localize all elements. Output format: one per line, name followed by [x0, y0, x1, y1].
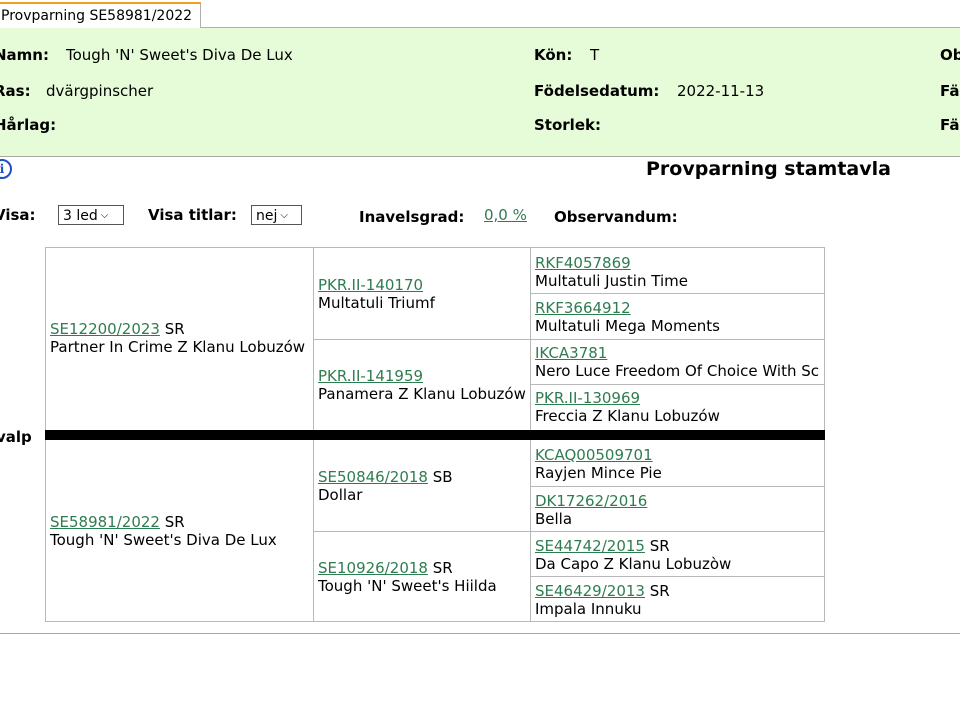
fodelsedatum-value: 2022-11-13 [677, 82, 765, 100]
tab-strip: Provparning SE58981/2022 [0, 0, 960, 30]
dam-dam-name: Tough 'N' Sweet's Hiilda [318, 577, 497, 595]
pedigree-sire-sire: PKR.II-140170 Multatuli Triumf [314, 276, 530, 312]
pedigree-sire: SE12200/2023 SR Partner In Crime Z Klanu… [46, 320, 313, 356]
inavelsgrad-link[interactable]: 0,0 % [484, 206, 527, 224]
dog-info-panel: Namn: Tough 'N' Sweet's Diva De Lux Kön:… [0, 28, 960, 157]
kon-label: Kön: [534, 46, 573, 64]
sire-reg-link[interactable]: SE12200/2023 [50, 320, 160, 338]
ss-sire-reg-link[interactable]: RKF4057869 [535, 254, 631, 272]
pedigree-sire-dam: PKR.II-141959 Panamera Z Klanu Lobuzów [314, 367, 530, 403]
dam-suffix: SR [164, 513, 185, 531]
dd-dam-reg-link[interactable]: SE46429/2013 [535, 582, 645, 600]
sire-sire-name: Multatuli Triumf [318, 294, 435, 312]
valp-label: valp [0, 428, 32, 446]
visa-titlar-value: nej [256, 208, 278, 224]
dam-sire-name: Dollar [318, 486, 363, 504]
kon-value: T [590, 46, 600, 64]
ob-label: Ob [940, 46, 960, 64]
pedigree-dam-sire: SE50846/2018 SB Dollar [314, 468, 530, 504]
pedigree-dam-dam: SE10926/2018 SR Tough 'N' Sweet's Hiilda [314, 559, 530, 595]
ss-sire-name: Multatuli Justin Time [535, 272, 688, 290]
fa-label-2: Fä [940, 116, 960, 134]
grid-line [530, 384, 825, 385]
grid-line [313, 531, 825, 532]
pedigree-ds-sire: KCAQ00509701 Rayjen Mince Pie [531, 446, 825, 482]
chevron-down-icon: ⌵ [100, 210, 109, 221]
visa-select[interactable]: 3 led ⌵ [58, 205, 124, 225]
sire-name: Partner In Crime Z Klanu Lobuzów [50, 338, 306, 356]
visa-titlar-label: Visa titlar: [148, 206, 237, 224]
ds-dam-name: Bella [535, 510, 573, 528]
pedigree-ds-dam: DK17262/2016 Bella [531, 492, 825, 528]
pedigree-sd-sire: IKCA3781 Nero Luce Freedom Of Choice Wit… [531, 344, 825, 380]
observandum-label: Observandum: [554, 208, 678, 226]
dd-dam-name: Impala Innuku [535, 600, 642, 618]
chevron-down-icon: ⌵ [280, 210, 288, 221]
fodelsedatum-label: Födelsedatum: [534, 82, 660, 100]
dam-name: Tough 'N' Sweet's Diva De Lux [50, 531, 277, 549]
ras-value: dvärgpinscher [46, 82, 154, 100]
ras-label: Ras: [0, 82, 31, 100]
ds-sire-reg-link[interactable]: KCAQ00509701 [535, 446, 653, 464]
sd-sire-name: Nero Luce Freedom Of Choice With Sc [535, 362, 820, 380]
sire-sire-reg-link[interactable]: PKR.II-140170 [318, 276, 423, 294]
inavelsgrad-label: Inavelsgrad: [359, 208, 465, 226]
sd-sire-reg-link[interactable]: IKCA3781 [535, 344, 607, 362]
dd-sire-name: Da Capo Z Klanu Lobuzòw [535, 555, 732, 573]
fa-label-1: Fä [940, 82, 960, 100]
pedigree-divider [45, 430, 825, 440]
pedigree-ss-sire: RKF4057869 Multatuli Justin Time [531, 254, 825, 290]
namn-value: Tough 'N' Sweet's Diva De Lux [66, 46, 293, 64]
grid-line [530, 293, 825, 294]
visa-select-value: 3 led [63, 208, 98, 224]
ss-dam-name: Multatuli Mega Moments [535, 317, 720, 335]
pedigree-sd-dam: PKR.II-130969 Freccia Z Klanu Lobuzów [531, 389, 825, 425]
ds-sire-name: Rayjen Mince Pie [535, 464, 662, 482]
ss-dam-reg-link[interactable]: RKF3664912 [535, 299, 631, 317]
grid-line [530, 486, 825, 487]
sire-dam-name: Panamera Z Klanu Lobuzów [318, 385, 526, 403]
dam-dam-reg-link[interactable]: SE10926/2018 [318, 559, 428, 577]
pedigree-ss-dam: RKF3664912 Multatuli Mega Moments [531, 299, 825, 335]
page-title: Provparning stamtavla [646, 158, 891, 180]
sire-suffix: SR [164, 320, 185, 338]
sd-dam-reg-link[interactable]: PKR.II-130969 [535, 389, 640, 407]
info-icon[interactable]: i [0, 159, 12, 179]
visa-label: Visa: [0, 206, 36, 224]
dam-dam-suffix: SR [432, 559, 453, 577]
bottom-divider [0, 633, 960, 634]
namn-label: Namn: [0, 46, 49, 64]
dd-sire-reg-link[interactable]: SE44742/2015 [535, 537, 645, 555]
dam-reg-link[interactable]: SE58981/2022 [50, 513, 160, 531]
dd-dam-suffix: SR [649, 582, 670, 600]
harlag-label: Hårlag: [0, 116, 57, 134]
ds-dam-reg-link[interactable]: DK17262/2016 [535, 492, 647, 510]
dd-sire-suffix: SR [649, 537, 670, 555]
tab-provparning[interactable]: Provparning SE58981/2022 [0, 2, 202, 30]
sd-dam-name: Freccia Z Klanu Lobuzów [535, 407, 720, 425]
pedigree-dam: SE58981/2022 SR Tough 'N' Sweet's Diva D… [46, 513, 313, 549]
pedigree-dd-dam: SE46429/2013 SR Impala Innuku [531, 582, 825, 618]
visa-titlar-select[interactable]: nej ⌵ [251, 205, 302, 225]
grid-line [313, 339, 825, 340]
storlek-label: Storlek: [534, 116, 601, 134]
grid-line [530, 576, 825, 577]
sire-dam-reg-link[interactable]: PKR.II-141959 [318, 367, 423, 385]
dam-sire-reg-link[interactable]: SE50846/2018 [318, 468, 428, 486]
dam-sire-suffix: SB [432, 468, 453, 486]
pedigree-dd-sire: SE44742/2015 SR Da Capo Z Klanu Lobuzòw [531, 537, 825, 573]
